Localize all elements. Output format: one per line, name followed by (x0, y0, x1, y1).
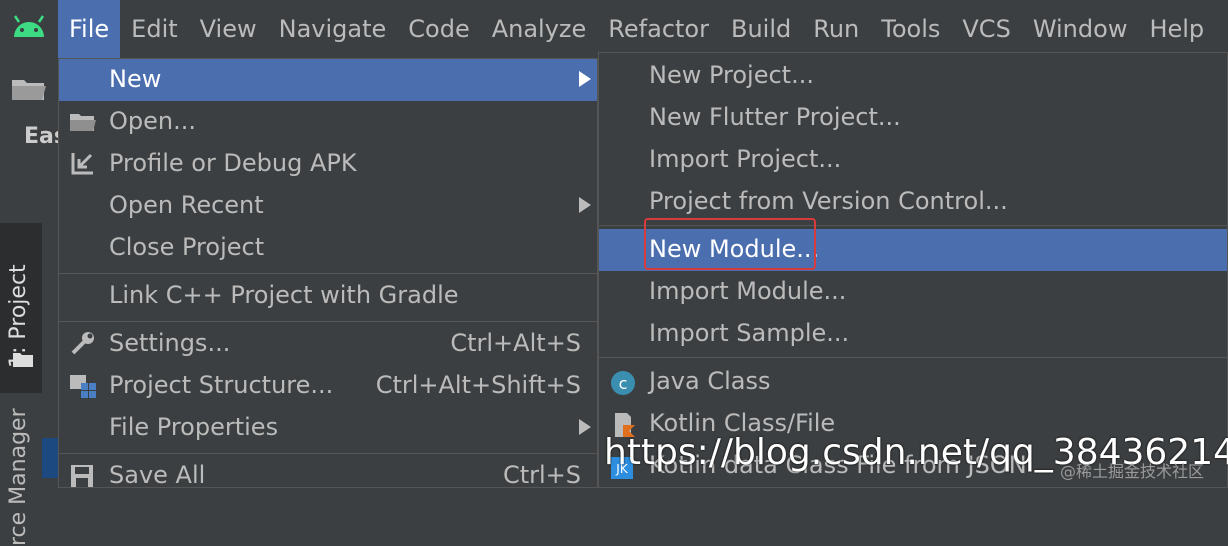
menu-view[interactable]: View (189, 0, 268, 58)
file-menu-settings[interactable]: Settings... Ctrl+Alt+S (59, 323, 597, 365)
menu-edit[interactable]: Edit (120, 0, 188, 58)
file-menu-settings-label: Settings... (109, 329, 231, 357)
profile-apk-icon (69, 151, 97, 177)
project-tab-label[interactable]: 1: Project (6, 238, 36, 368)
menu-run[interactable]: Run (802, 0, 870, 58)
file-menu-link-cpp[interactable]: Link C++ Project with Gradle (59, 275, 597, 317)
menu-help[interactable]: Help (1138, 0, 1215, 58)
java-class-icon: c (609, 369, 637, 397)
import-sample-label: Import Sample... (649, 319, 850, 347)
file-menu-project-structure[interactable]: Project Structure... Ctrl+Alt+Shift+S (59, 365, 597, 407)
file-menu-dropdown: New Open... Profile or Debug APK Open Re… (58, 58, 598, 489)
menu-separator (59, 453, 597, 454)
menu-separator (59, 273, 597, 274)
menu-analyze[interactable]: Analyze (481, 0, 598, 58)
menu-vcs[interactable]: VCS (951, 0, 1021, 58)
menu-separator (59, 321, 597, 322)
menu-navigate[interactable]: Navigate (268, 0, 398, 58)
new-submenu: New Project... New Flutter Project... Im… (598, 52, 1228, 488)
new-menu-new-project[interactable]: New Project... (599, 55, 1227, 97)
file-menu-close-project[interactable]: Close Project (59, 227, 597, 269)
open-folder-icon (69, 109, 97, 135)
import-module-label: Import Module... (649, 277, 847, 305)
save-icon (69, 463, 97, 489)
new-menu-import-module[interactable]: Import Module... (599, 271, 1227, 313)
java-class-label: Java Class (649, 367, 771, 395)
new-flutter-project-label: New Flutter Project... (649, 103, 901, 131)
submenu-arrow-icon (579, 419, 591, 435)
file-menu-link-cpp-label: Link C++ Project with Gradle (109, 281, 459, 309)
shortcut-label: Ctrl+Alt+S (450, 329, 581, 357)
file-menu-new[interactable]: New (59, 59, 597, 101)
file-menu-profile-apk[interactable]: Profile or Debug APK (59, 143, 597, 185)
selection-accent (42, 438, 58, 478)
left-tool-strip: 1: Project rce Manager (0, 58, 58, 546)
resource-manager-tab-label[interactable]: rce Manager (6, 408, 36, 546)
file-menu-new-label: New (109, 65, 162, 93)
menu-tools[interactable]: Tools (870, 0, 951, 58)
menubar: File Edit View Navigate Code Analyze Ref… (0, 0, 1228, 58)
file-menu-save-all[interactable]: Save All Ctrl+S (59, 455, 597, 497)
red-highlight-box (644, 218, 816, 270)
community-watermark: @稀土掘金技术社区 (1060, 462, 1205, 481)
import-project-label: Import Project... (649, 145, 842, 173)
menu-separator (599, 357, 1227, 358)
new-project-label: New Project... (649, 61, 814, 89)
new-menu-new-flutter-project[interactable]: New Flutter Project... (599, 97, 1227, 139)
folder-icon (12, 350, 34, 368)
file-menu-file-properties[interactable]: File Properties (59, 407, 597, 449)
menu-build[interactable]: Build (720, 0, 802, 58)
file-menu-save-all-label: Save All (109, 461, 206, 489)
file-menu-close-project-label: Close Project (109, 233, 265, 261)
file-menu-open-label: Open... (109, 107, 196, 135)
submenu-arrow-icon (579, 71, 591, 87)
file-menu-project-structure-label: Project Structure... (109, 371, 334, 399)
file-menu-file-properties-label: File Properties (109, 413, 279, 441)
new-menu-import-project[interactable]: Import Project... (599, 139, 1227, 181)
wrench-icon (69, 331, 97, 357)
project-structure-icon (69, 373, 97, 399)
project-from-vcs-label: Project from Version Control... (649, 187, 1008, 215)
menu-file[interactable]: File (58, 0, 121, 58)
new-menu-java-class[interactable]: c Java Class (599, 361, 1227, 403)
open-folder-icon[interactable] (10, 74, 48, 104)
file-menu-open-recent[interactable]: Open Recent (59, 185, 597, 227)
file-menu-open[interactable]: Open... (59, 101, 597, 143)
file-menu-profile-apk-label: Profile or Debug APK (109, 149, 357, 177)
new-menu-import-sample[interactable]: Import Sample... (599, 313, 1227, 355)
submenu-arrow-icon (579, 197, 591, 213)
shortcut-label: Ctrl+S (502, 461, 581, 489)
menu-code[interactable]: Code (397, 0, 480, 58)
android-studio-logo-icon (0, 0, 58, 58)
svg-text:c: c (619, 374, 628, 393)
new-menu-project-from-vcs[interactable]: Project from Version Control... (599, 181, 1227, 223)
menu-window[interactable]: Window (1022, 0, 1139, 58)
file-menu-open-recent-label: Open Recent (109, 191, 264, 219)
menu-refactor[interactable]: Refactor (597, 0, 720, 58)
shortcut-label: Ctrl+Alt+Shift+S (375, 371, 581, 399)
